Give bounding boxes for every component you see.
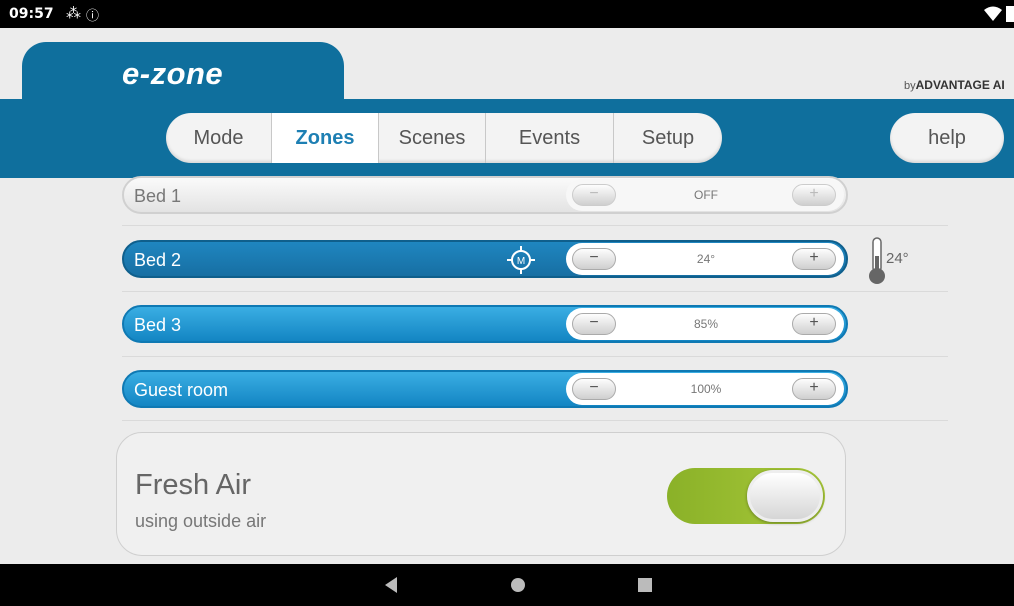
zone-row-bed-2[interactable]: Bed 2 M − 24° + [122,240,848,278]
thermometer-icon [869,237,885,284]
recent-apps-icon[interactable] [638,578,652,592]
myzone-target-icon[interactable]: M [506,245,536,275]
decrease-button[interactable]: − [572,378,616,400]
wifi-icon [984,6,1002,21]
zone-value: OFF [694,188,718,202]
zone-control: − 24° + [566,243,844,275]
zone-control: − 100% + [566,373,844,405]
zone-name: Bed 1 [134,186,182,206]
info-icon: ⓘ [86,8,100,23]
tab-setup[interactable]: Setup [614,113,722,163]
zone-name: Bed 2 [134,250,182,270]
home-icon[interactable] [511,578,525,592]
zone-control: − OFF + [566,179,844,211]
app-logo: e-zone [122,56,224,91]
back-icon[interactable] [385,577,397,593]
system-nav-bar [0,564,1014,606]
zone-row-bed-1[interactable]: Bed 1 − OFF + [122,176,848,214]
main-tabs: Mode Zones Scenes Events Setup [166,113,722,163]
tab-mode[interactable]: Mode [166,113,272,163]
decrease-button[interactable]: − [572,248,616,270]
toggle-knob[interactable] [747,470,823,522]
brand-prefix: by [904,80,916,92]
tab-scenes[interactable]: Scenes [379,113,486,163]
zone-control: − 85% + [566,308,844,340]
app-header: e-zone byADVANTAGE AI Mode Zones Scenes … [0,28,1014,178]
sensor-temperature: 24° [886,250,909,267]
divider [122,291,948,292]
increase-button[interactable]: + [792,313,836,335]
zone-value: 24° [696,252,716,266]
status-bar: 09:57 ⁂ ⓘ [0,0,1014,28]
zone-value: 100% [690,382,722,396]
divider [122,356,948,357]
fresh-air-subtitle: using outside air [135,511,267,531]
zone-name: Bed 3 [134,315,182,335]
decrease-button[interactable]: − [572,184,616,206]
increase-button[interactable]: + [792,378,836,400]
increase-button[interactable]: + [792,248,836,270]
zone-row-bed-3[interactable]: Bed 3 − 85% + [122,305,848,343]
battery-icon [1006,6,1014,22]
notification-icon: ⁂ [66,5,81,22]
status-time: 09:57 [9,6,54,22]
tab-events[interactable]: Events [486,113,614,163]
help-button[interactable]: help [890,113,1004,163]
divider [122,420,948,421]
fresh-air-title: Fresh Air [135,469,252,501]
fresh-air-toggle[interactable] [667,468,825,524]
fresh-air-card: Fresh Air using outside air [116,432,846,556]
tab-zones[interactable]: Zones [272,113,379,163]
zone-name: Guest room [134,380,229,400]
zone-row-guest-room[interactable]: Guest room − 100% + [122,370,848,408]
divider [122,225,948,226]
increase-button[interactable]: + [792,184,836,206]
brand-label: byADVANTAGE AI [904,78,1005,92]
myzone-badge: M [517,256,525,267]
zone-value: 85% [693,317,719,331]
decrease-button[interactable]: − [572,313,616,335]
brand-name: ADVANTAGE AI [915,78,1005,92]
